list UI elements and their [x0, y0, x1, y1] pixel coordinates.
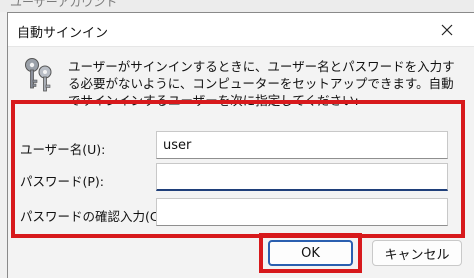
auto-signin-dialog: 自動サインイン ユーザーがサインインするときに、ユーザー名とパスワードを入力する…: [7, 12, 474, 278]
ok-button[interactable]: OK: [268, 240, 353, 266]
close-button[interactable]: [436, 20, 458, 40]
username-input[interactable]: [156, 131, 448, 159]
dialog-titlebar[interactable]: 自動サインイン: [8, 13, 474, 47]
password-row: パスワード(P):: [18, 163, 448, 193]
confirm-password-input[interactable]: [156, 198, 448, 226]
confirm-password-label: パスワードの確認入力(C):: [20, 209, 168, 224]
confirm-password-row: パスワードの確認入力(C):: [18, 198, 448, 228]
username-label: ユーザー名(U):: [20, 142, 106, 157]
password-input[interactable]: [156, 163, 448, 191]
parent-window-title: ユーザーアカウント: [10, 0, 118, 9]
parent-window-title-strip: ユーザーアカウント: [0, 0, 474, 12]
dialog-message: ユーザーがサインインするときに、ユーザー名とパスワードを入力する必要がないように…: [68, 59, 455, 108]
cancel-button[interactable]: キャンセル: [372, 240, 462, 266]
username-row: ユーザー名(U):: [18, 131, 448, 161]
close-icon: [441, 24, 453, 36]
password-label: パスワード(P):: [20, 174, 105, 189]
dialog-title: 自動サインイン: [17, 26, 109, 41]
keys-icon: [25, 58, 52, 92]
